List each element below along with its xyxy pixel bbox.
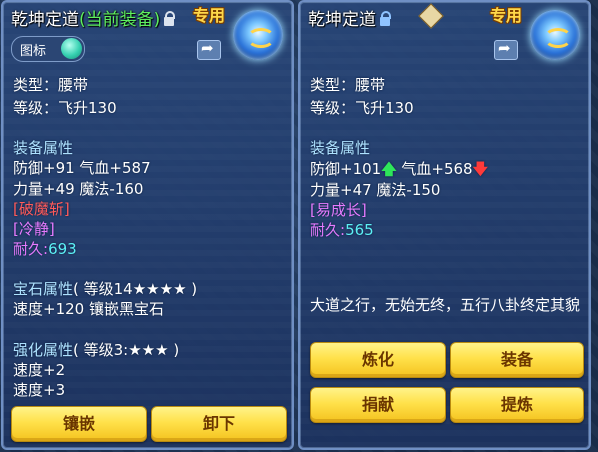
equip-attr-title: 装备属性 [310, 139, 371, 157]
durability-line: 耐久:693 [13, 238, 77, 259]
gem-level: ( 等级14★★★★ ) [73, 280, 198, 298]
lock-icon [164, 11, 176, 26]
exclusive-badge: 专用 [193, 6, 226, 25]
attr-line-2: 力量+47 魔法-150 [310, 181, 441, 199]
icon-toggle[interactable]: 图标 [11, 36, 85, 62]
enhance-attr-title: 强化属性 [13, 341, 74, 359]
exclusive-badge: 专用 [490, 6, 523, 25]
refine-button[interactable]: 炼化 [310, 342, 446, 378]
special-skill-2: [冷静] [13, 220, 55, 238]
lock-icon [380, 11, 391, 26]
extract-button[interactable]: 提炼 [450, 387, 584, 423]
enhance-line-2: 速度+3 [13, 381, 66, 399]
equip-attr-title: 装备属性 [13, 139, 74, 157]
gem-attr-title: 宝石属性 [13, 280, 74, 298]
level-line: 等级：飞升130 [13, 99, 117, 117]
toggle-knob-icon [61, 38, 82, 59]
special-skill-1: [易成长] [310, 201, 367, 219]
durability-value: 693 [48, 240, 77, 258]
durability-value: 565 [345, 221, 374, 239]
current-equipped-tag: (当前装备) [79, 10, 161, 30]
donate-button[interactable]: 捐献 [310, 387, 446, 423]
enhance-level: ( 等级3:★★★ ) [73, 341, 180, 359]
item-description: 大道之行，无始无终，五行八卦终定其貌 [310, 296, 581, 314]
unequip-button[interactable]: 卸下 [151, 406, 287, 442]
compare-badge-icon [418, 3, 444, 29]
share-icon[interactable] [197, 39, 221, 60]
item-name: 乾坤定道 [308, 10, 376, 30]
special-skill-1: [破魔斩] [13, 200, 70, 218]
share-icon[interactable] [494, 39, 518, 60]
attr-hp: 气血+568 [401, 160, 473, 178]
equip-button[interactable]: 装备 [450, 342, 584, 378]
item-icon[interactable] [530, 10, 580, 60]
inlay-button[interactable]: 镶嵌 [11, 406, 147, 442]
attr-line-2: 力量+49 魔法-160 [13, 180, 144, 198]
icon-toggle-label: 图标 [20, 44, 47, 59]
level-line: 等级：飞升130 [310, 99, 414, 117]
durability-label: 耐久: [310, 221, 346, 239]
current-equipment-panel: 乾坤定道(当前装备) 专用 图标 类型：腰带 等级：飞升130 装备属性 防御+… [1, 0, 294, 450]
attr-line-1: 防御+91 气血+587 [13, 159, 151, 177]
enhance-attr-line: 强化属性( 等级3:★★★ ) [13, 339, 179, 360]
attr-defense: 防御+101 [310, 160, 382, 178]
compare-equipment-panel: 乾坤定道 专用 类型：腰带 等级：飞升130 装备属性 防御+101🡅 气血+5… [298, 0, 591, 450]
item-name: 乾坤定道 [11, 10, 79, 30]
gem-line: 速度+120 镶嵌黑宝石 [13, 300, 164, 318]
arrow-up-icon: 🡅 [381, 160, 397, 178]
gem-attr-line: 宝石属性( 等级14★★★★ ) [13, 278, 197, 299]
item-icon[interactable] [233, 10, 283, 60]
enhance-line-1: 速度+2 [13, 361, 66, 379]
type-line: 类型：腰带 [310, 76, 386, 94]
item-title: 乾坤定道(当前装备) [11, 5, 176, 30]
durability-label: 耐久: [13, 240, 49, 258]
item-title: 乾坤定道 [308, 5, 391, 30]
durability-line: 耐久:565 [310, 219, 374, 240]
arrow-down-icon: 🡇 [472, 160, 489, 178]
type-line: 类型：腰带 [13, 76, 89, 94]
